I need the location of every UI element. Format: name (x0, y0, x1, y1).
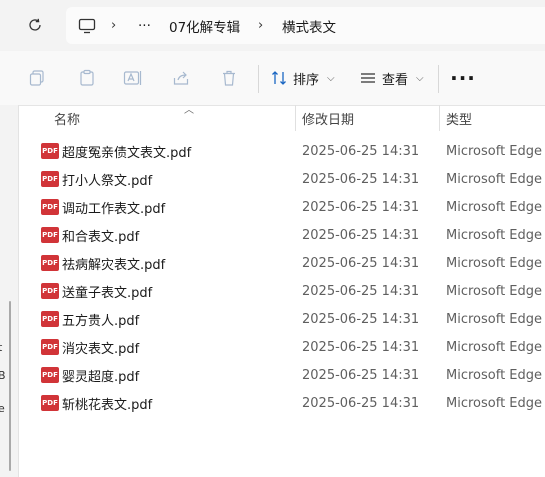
nav-item-fragment[interactable]: B (0, 369, 6, 382)
copy-icon (29, 70, 44, 86)
file-row[interactable]: PDF 超度冤亲债文表文.pdf 2025-06-25 14:31 Microsoft… (18, 137, 545, 165)
command-bar: 排序 ⌵ 查看 ⌵ ··· (0, 51, 545, 106)
file-date: 2025-06-25 14:31 (302, 199, 420, 215)
file-date: 2025-06-25 14:31 (302, 339, 420, 355)
rename-icon (123, 71, 142, 85)
pdf-file-icon: PDF (41, 199, 59, 215)
file-row[interactable]: PDF 送童子表文.pdf 2025-06-25 14:31 Microsoft Ed… (18, 277, 545, 305)
chevron-right-icon[interactable]: › (111, 7, 116, 44)
file-type: Microsoft Edge ... (446, 199, 545, 215)
chevron-down-icon: ⌵ (327, 72, 335, 84)
file-date: 2025-06-25 14:31 (302, 171, 420, 187)
file-date: 2025-06-25 14:31 (302, 367, 420, 383)
navigation-pane[interactable]: t B e (0, 105, 19, 477)
pdf-file-icon: PDF (41, 339, 59, 355)
file-row[interactable]: PDF 打小人祭文.pdf 2025-06-25 14:31 Microsoft Ed… (18, 165, 545, 193)
file-row[interactable]: PDF 祛病解灾表文.pdf 2025-06-25 14:31 Microsoft E… (18, 249, 545, 277)
share-button[interactable] (170, 67, 192, 89)
column-resize-handle[interactable] (295, 105, 296, 131)
rename-button[interactable] (122, 67, 144, 89)
file-name[interactable]: 和合表文.pdf (62, 221, 139, 249)
file-date: 2025-06-25 14:31 (302, 143, 420, 159)
file-date: 2025-06-25 14:31 (302, 395, 420, 411)
refresh-icon (29, 18, 41, 31)
chevron-right-icon[interactable]: › (258, 7, 263, 44)
address-bar[interactable]: › ··· 07化解专辑 › 横式表文 (66, 7, 545, 44)
breadcrumb-current-folder[interactable]: 横式表文 (282, 7, 336, 44)
file-type: Microsoft Edge ... (446, 311, 545, 327)
column-header-name[interactable]: 名称 (54, 105, 80, 131)
file-row[interactable]: PDF 消灾表文.pdf 2025-06-25 14:31 Microsoft Edg… (18, 333, 545, 361)
chevron-down-icon: ⌵ (416, 72, 424, 84)
title-bar: › ··· 07化解专辑 › 横式表文 (0, 0, 545, 51)
pdf-file-icon: PDF (41, 227, 59, 243)
paste-icon (80, 69, 94, 86)
pdf-file-icon: PDF (41, 367, 59, 383)
more-options-button[interactable]: ··· (450, 65, 475, 91)
view-label: 查看 (382, 72, 409, 88)
share-icon (173, 71, 189, 85)
nav-item-fragment[interactable]: e (0, 402, 5, 415)
file-date: 2025-06-25 14:31 (302, 227, 420, 243)
pdf-file-icon: PDF (41, 255, 59, 271)
file-date: 2025-06-25 14:31 (302, 255, 420, 271)
sort-button[interactable]: 排序 ⌵ (271, 65, 335, 91)
file-row[interactable]: PDF 五方贵人.pdf 2025-06-25 14:31 Microsoft Edg… (18, 305, 545, 333)
breadcrumb-folder[interactable]: 07化解专辑 (169, 7, 240, 44)
pdf-file-icon: PDF (41, 143, 59, 159)
sort-ascending-icon: ︿ (184, 105, 194, 116)
toolbar-divider (438, 65, 439, 93)
file-name[interactable]: 五方贵人.pdf (62, 305, 139, 333)
nav-item-fragment[interactable]: t (0, 341, 2, 354)
nav-scrollbar[interactable] (9, 301, 11, 471)
file-name[interactable]: 送童子表文.pdf (62, 277, 152, 305)
file-name[interactable]: 消灾表文.pdf (62, 333, 139, 361)
file-type: Microsoft Edge ... (446, 283, 545, 299)
view-button[interactable]: 查看 ⌵ (360, 65, 424, 91)
file-type: Microsoft Edge ... (446, 171, 545, 187)
breadcrumb-overflow[interactable]: ··· (138, 7, 151, 44)
file-type: Microsoft Edge ... (446, 143, 545, 159)
trash-icon (223, 70, 235, 86)
this-pc-crumb[interactable] (78, 7, 96, 44)
monitor-icon (78, 18, 96, 33)
view-icon (361, 73, 375, 83)
pdf-file-icon: PDF (41, 395, 59, 411)
file-type: Microsoft Edge ... (446, 395, 545, 411)
file-type: Microsoft Edge ... (446, 227, 545, 243)
column-resize-handle[interactable] (439, 105, 440, 131)
copy-button[interactable] (26, 67, 48, 89)
column-header-type[interactable]: 类型 (446, 105, 472, 131)
file-name[interactable]: 打小人祭文.pdf (62, 165, 152, 193)
file-date: 2025-06-25 14:31 (302, 283, 420, 299)
file-type: Microsoft Edge ... (446, 255, 545, 271)
pdf-file-icon: PDF (41, 283, 59, 299)
delete-button[interactable] (218, 67, 240, 89)
file-type: Microsoft Edge ... (446, 367, 545, 383)
file-name[interactable]: 婴灵超度.pdf (62, 361, 139, 389)
file-row[interactable]: PDF 婴灵超度.pdf 2025-06-25 14:31 Microsoft Edg… (18, 361, 545, 389)
file-name[interactable]: 调动工作表文.pdf (62, 193, 165, 221)
file-row[interactable]: PDF 斩桃花表文.pdf 2025-06-25 14:31 Microsoft Ed… (18, 389, 545, 417)
column-header: ︿ 名称 修改日期 类型 (18, 105, 545, 131)
sort-label: 排序 (293, 72, 320, 88)
file-row[interactable]: PDF 和合表文.pdf 2025-06-25 14:31 Microsoft Edg… (18, 221, 545, 249)
toolbar-divider (258, 65, 259, 93)
file-row[interactable]: PDF 调动工作表文.pdf 2025-06-25 14:31 Microsoft E… (18, 193, 545, 221)
pdf-file-icon: PDF (41, 171, 59, 187)
file-name[interactable]: 超度冤亲债文表文.pdf (62, 137, 191, 165)
pdf-file-icon: PDF (41, 311, 59, 327)
file-date: 2025-06-25 14:31 (302, 311, 420, 327)
file-type: Microsoft Edge ... (446, 339, 545, 355)
column-header-date[interactable]: 修改日期 (302, 105, 354, 131)
file-name[interactable]: 祛病解灾表文.pdf (62, 249, 165, 277)
refresh-button[interactable] (24, 14, 46, 36)
paste-button[interactable] (76, 67, 98, 89)
sort-icon (272, 71, 286, 85)
file-name[interactable]: 斩桃花表文.pdf (62, 389, 152, 417)
